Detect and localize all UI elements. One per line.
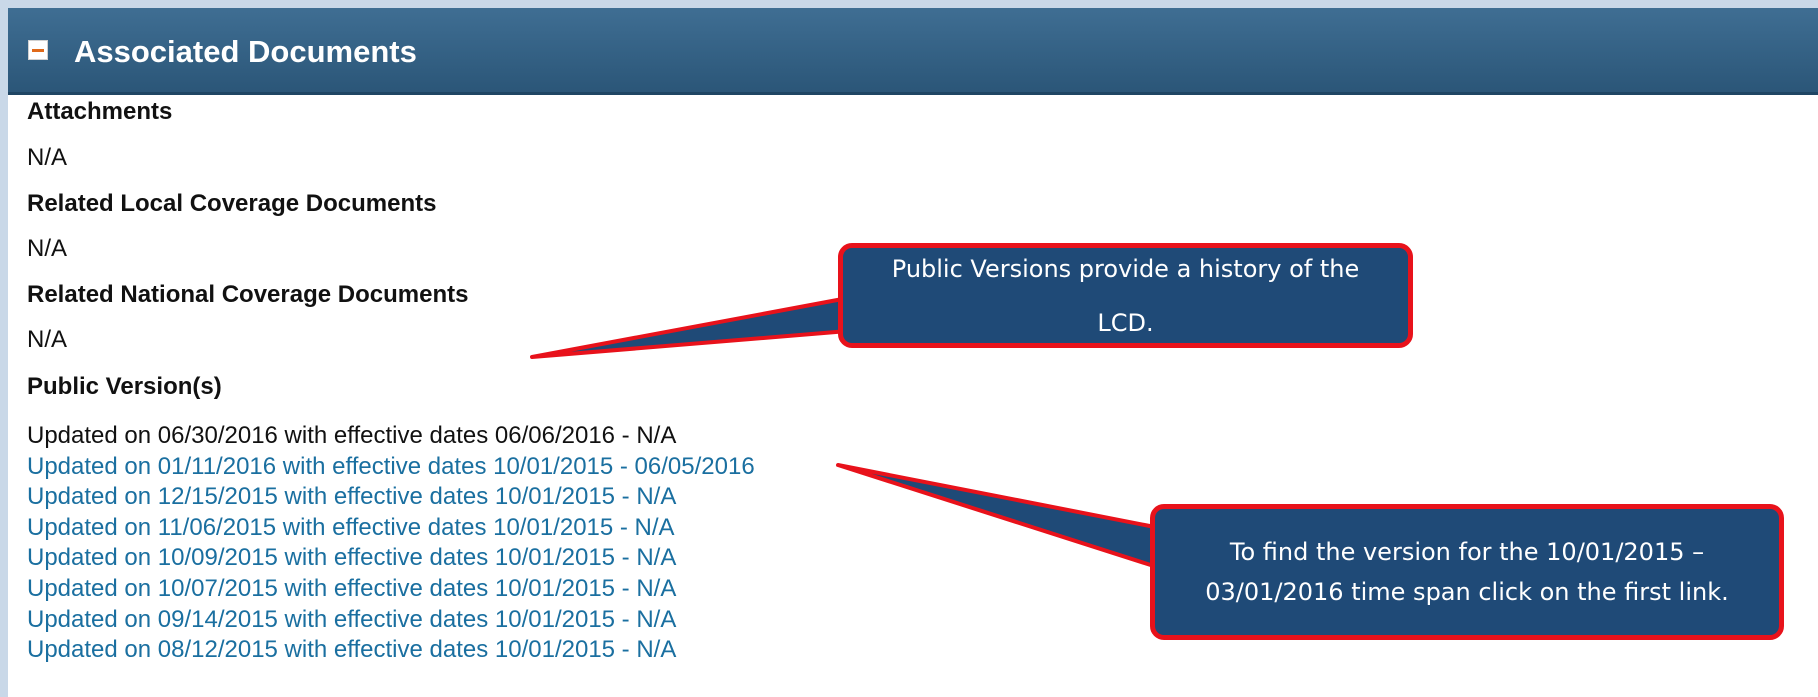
callout-public-versions: Public Versions provide a history of the… <box>838 243 1413 348</box>
callout-text-line: Public Versions provide a history of the <box>891 254 1360 283</box>
pointer-public-versions <box>530 296 850 359</box>
pointer-find-version <box>836 463 1162 570</box>
callout-text-line: To find the version for the 10/01/2015 – <box>1229 538 1705 566</box>
callout-find-version: To find the version for the 10/01/2015 –… <box>1150 504 1784 640</box>
callout-text-line: 03/01/2016 time span click on the first … <box>1205 578 1729 606</box>
callout-text-line: LCD. <box>1097 308 1154 337</box>
